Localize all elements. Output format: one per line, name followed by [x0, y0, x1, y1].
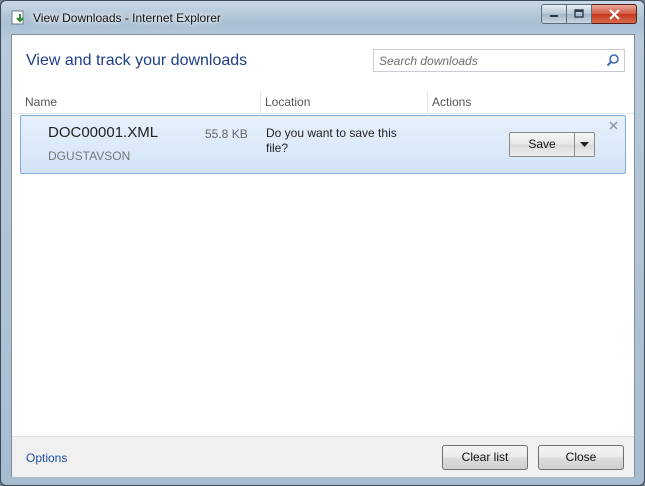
- save-options-button[interactable]: [574, 133, 594, 156]
- download-item[interactable]: DOC00001.XML 55.8 KB DGUSTAVSON Do you w…: [20, 115, 626, 174]
- caption-buttons: [541, 4, 637, 24]
- close-icon: [609, 121, 618, 130]
- column-name[interactable]: Name: [25, 95, 57, 109]
- file-source: DGUSTAVSON: [48, 149, 131, 163]
- dismiss-item-button[interactable]: [609, 120, 618, 133]
- title-bar[interactable]: View Downloads - Internet Explorer: [1, 1, 644, 31]
- save-split-button: Save: [509, 132, 595, 157]
- dropdown-arrow-icon: [580, 141, 589, 147]
- maximize-button[interactable]: [567, 4, 592, 24]
- maximize-icon: [574, 9, 584, 18]
- window-close-button[interactable]: [592, 4, 637, 24]
- close-icon: [608, 8, 620, 20]
- file-name: DOC00001.XML: [48, 124, 159, 141]
- downloads-panel: View and track your downloads Name Locat…: [11, 34, 635, 477]
- options-link[interactable]: Options: [26, 451, 67, 465]
- save-button[interactable]: Save: [510, 133, 574, 156]
- minimize-icon: [550, 15, 558, 17]
- downloads-app-icon: [11, 10, 27, 26]
- search-input[interactable]: [374, 50, 603, 71]
- close-button[interactable]: Close: [538, 445, 624, 470]
- column-actions[interactable]: Actions: [427, 91, 471, 113]
- search-icon[interactable]: [606, 53, 620, 67]
- column-location[interactable]: Location: [260, 91, 310, 113]
- search-box[interactable]: [373, 49, 625, 72]
- file-size: 55.8 KB: [205, 127, 248, 141]
- save-prompt: Do you want to save this file?: [266, 126, 397, 155]
- window-title: View Downloads - Internet Explorer: [33, 11, 221, 25]
- column-headers: Name Location Actions: [12, 91, 634, 114]
- downloads-window: View Downloads - Internet Explorer View …: [0, 0, 645, 486]
- minimize-button[interactable]: [541, 4, 567, 24]
- footer-bar: Options Clear list Close: [12, 436, 634, 477]
- clear-list-button[interactable]: Clear list: [442, 445, 528, 470]
- page-title: View and track your downloads: [26, 52, 248, 69]
